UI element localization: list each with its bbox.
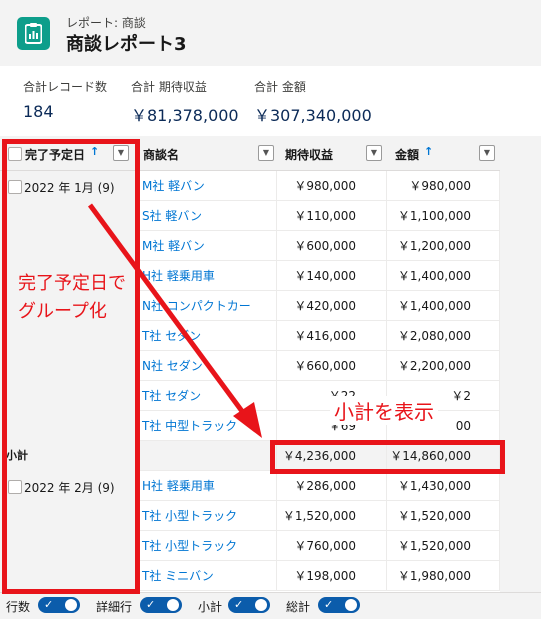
annotation-arrow xyxy=(87,203,262,438)
